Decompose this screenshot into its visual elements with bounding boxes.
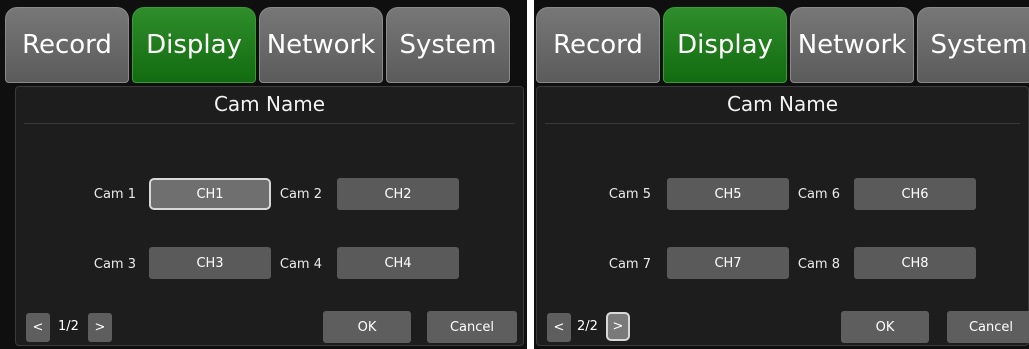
cam5-label: Cam 5 — [608, 187, 651, 202]
screen-divider — [527, 0, 534, 349]
ok-button[interactable]: OK — [841, 311, 929, 343]
page-title: Cam Name — [213, 92, 326, 116]
next-page-button[interactable]: > — [88, 313, 112, 342]
tab-system[interactable]: System — [386, 7, 510, 83]
cam5-name-field[interactable]: CH5 — [667, 178, 789, 210]
prev-page-button[interactable]: < — [547, 313, 571, 342]
tab-record[interactable]: Record — [5, 7, 129, 83]
tab-record[interactable]: Record — [536, 7, 660, 83]
page-title: Cam Name — [726, 92, 839, 116]
prev-page-button[interactable]: < — [26, 313, 50, 342]
cancel-button[interactable]: Cancel — [427, 311, 517, 343]
cam8-name-field[interactable]: CH8 — [854, 247, 976, 279]
cam4-label: Cam 4 — [279, 257, 322, 272]
page-indicator: 2/2 — [577, 319, 598, 334]
cam-name-dialog: Cam Name Cam 1 CH1 Cam 2 CH2 Cam 3 CH3 C… — [15, 86, 524, 346]
cam7-name-field[interactable]: CH7 — [667, 247, 789, 279]
tab-display[interactable]: Display — [663, 7, 787, 83]
next-page-button[interactable]: > — [606, 312, 630, 341]
cam1-name-field[interactable]: CH1 — [149, 178, 271, 210]
cam4-name-field[interactable]: CH4 — [337, 247, 459, 279]
title-divider — [24, 123, 515, 124]
cam3-name-field[interactable]: CH3 — [149, 247, 271, 279]
tab-network[interactable]: Network — [790, 7, 914, 83]
cam6-label: Cam 6 — [797, 187, 840, 202]
tab-bar: Record Display Network System — [5, 7, 510, 83]
cam2-name-field[interactable]: CH2 — [337, 178, 459, 210]
cancel-button[interactable]: Cancel — [947, 311, 1029, 343]
cam6-name-field[interactable]: CH6 — [854, 178, 976, 210]
cam-name-dialog: Cam Name Cam 5 CH5 Cam 6 CH6 Cam 7 CH7 C… — [536, 86, 1029, 346]
cam7-label: Cam 7 — [608, 257, 651, 272]
cam2-label: Cam 2 — [279, 187, 322, 202]
tab-system[interactable]: System — [917, 7, 1029, 83]
tab-network[interactable]: Network — [259, 7, 383, 83]
left-screen: Record Display Network System Cam Name C… — [0, 0, 527, 349]
ok-button[interactable]: OK — [323, 311, 411, 343]
cam1-label: Cam 1 — [93, 187, 136, 202]
tab-display[interactable]: Display — [132, 7, 256, 83]
cam3-label: Cam 3 — [93, 257, 136, 272]
cam8-label: Cam 8 — [797, 257, 840, 272]
title-divider — [545, 123, 1020, 124]
tab-bar: Record Display Network System — [536, 7, 1029, 83]
page-indicator: 1/2 — [58, 319, 79, 334]
right-screen: Record Display Network System Cam Name C… — [534, 0, 1029, 349]
